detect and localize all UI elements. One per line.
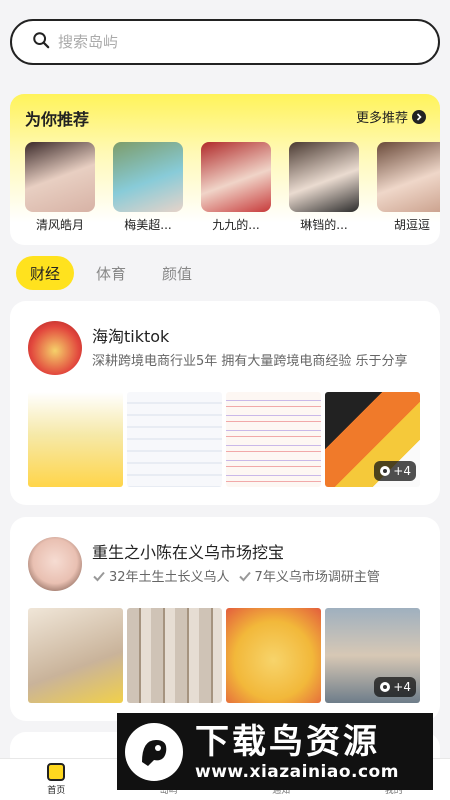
recommend-item[interactable]: 梅美超...: [113, 142, 183, 233]
image-stack-icon: [380, 466, 391, 476]
post-image[interactable]: [28, 608, 123, 703]
avatar: [25, 142, 95, 212]
avatar: [28, 537, 82, 591]
post-image[interactable]: [127, 608, 222, 703]
search-icon: [32, 31, 50, 53]
recommend-item-name: 琳铛的...: [300, 218, 348, 232]
bird-logo-icon: [125, 722, 183, 781]
watermark-url: www.xiazainiao.com: [195, 761, 399, 782]
post-image[interactable]: +4: [325, 608, 420, 703]
image-stack-icon: [380, 682, 391, 692]
avatar: [113, 142, 183, 212]
verified-tag: 7年义乌市场调研主管: [238, 566, 380, 585]
post-author-name: 海淘tiktok: [92, 327, 170, 346]
post-author-name: 重生之小陈在义乌市场挖宝: [92, 543, 285, 562]
verified-tag: 32年土生土长义乌人: [92, 566, 230, 585]
post-description: 深耕跨境电商行业5年 拥有大量跨境电商经验 乐于分享: [92, 354, 408, 369]
category-tabs: 财经 体育 颜值: [16, 256, 206, 290]
search-bar[interactable]: [10, 19, 440, 65]
recommend-item-name: 九九的...: [212, 218, 260, 232]
recommend-item-name: 梅美超...: [124, 218, 172, 232]
recommend-item[interactable]: 胡逗逗: [377, 142, 440, 233]
post-image[interactable]: [127, 392, 222, 487]
avatar: [289, 142, 359, 212]
more-images-count: +4: [393, 680, 411, 694]
recommend-item[interactable]: 琳铛的...: [289, 142, 359, 233]
tag-text: 32年土生土长义乌人: [109, 570, 230, 585]
post-image[interactable]: [226, 608, 321, 703]
avatar: [28, 321, 82, 375]
tab-sports[interactable]: 体育: [82, 256, 140, 290]
more-images-badge: +4: [374, 461, 416, 481]
more-recommend-label: 更多推荐: [355, 111, 408, 126]
more-images-badge: +4: [374, 677, 416, 697]
search-input[interactable]: [58, 33, 378, 51]
watermark-title: 下载鸟资源: [195, 721, 380, 762]
recommend-panel: 为你推荐 更多推荐 清风皓月 梅美超... 九九的... 琳铛的... 胡逗逗: [10, 94, 440, 245]
avatar: [201, 142, 271, 212]
chevron-right-icon: [412, 109, 426, 124]
recommend-item[interactable]: 九九的...: [201, 142, 271, 233]
more-recommend-link[interactable]: 更多推荐: [356, 107, 426, 126]
post-image[interactable]: [28, 392, 123, 487]
tab-looks[interactable]: 颜值: [148, 256, 206, 290]
post-image[interactable]: +4: [325, 392, 420, 487]
nav-label: 首页: [47, 786, 66, 796]
home-icon: [47, 763, 66, 781]
tag-text: 7年义乌市场调研主管: [254, 570, 380, 585]
check-icon: [238, 571, 251, 581]
recommend-item-name: 清风皓月: [35, 218, 84, 232]
more-images-count: +4: [393, 464, 411, 478]
post-card[interactable]: 海淘tiktok 深耕跨境电商行业5年 拥有大量跨境电商经验 乐于分享 +4: [10, 301, 440, 505]
post-image[interactable]: [226, 392, 321, 487]
nav-item-home[interactable]: 首页: [26, 759, 86, 800]
recommend-title: 为你推荐: [25, 110, 90, 129]
tab-finance[interactable]: 财经: [16, 256, 75, 290]
avatar: [377, 142, 440, 212]
watermark-banner: 下载鸟资源 www.xiazainiao.com: [117, 713, 433, 790]
recommend-item-name: 胡逗逗: [393, 218, 430, 232]
check-icon: [93, 571, 105, 581]
recommend-item[interactable]: 清风皓月: [25, 142, 95, 233]
post-card[interactable]: 重生之小陈在义乌市场挖宝 32年土生土长义乌人 7年义乌市场调研主管 +4: [10, 517, 440, 721]
